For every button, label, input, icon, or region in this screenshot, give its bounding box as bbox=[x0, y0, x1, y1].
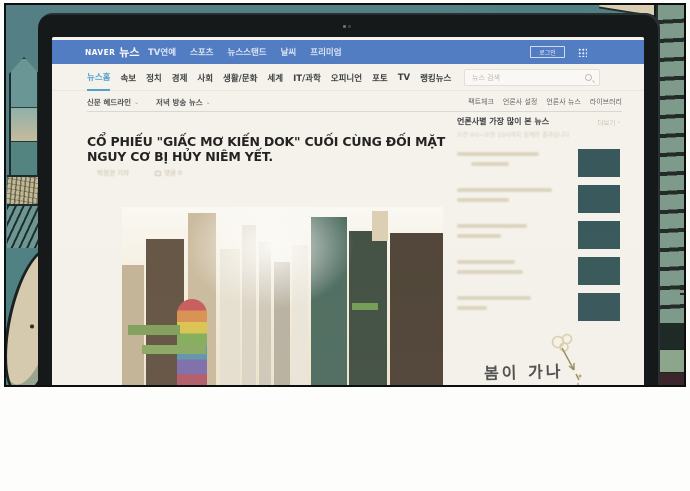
sky-glow bbox=[122, 207, 443, 387]
article-city-image bbox=[122, 207, 443, 387]
most-viewed-sidebar: 언론사별 가장 많이 본 뉴스 더보기 오전 0시~오전 10시까지 집계한 결… bbox=[457, 116, 620, 329]
news-thumbnail[interactable] bbox=[578, 293, 620, 321]
shelf-label-mark bbox=[680, 288, 686, 290]
chevron-down-icon bbox=[134, 99, 139, 106]
news-search-box[interactable] bbox=[464, 69, 600, 86]
dropdown-label: 저녁 방송 뉴스 bbox=[156, 97, 203, 108]
tab-politics[interactable]: 정치 bbox=[146, 66, 162, 90]
more-label: 더보기 bbox=[597, 117, 615, 127]
flower-sketch bbox=[538, 332, 590, 387]
shelf-label-mark bbox=[680, 293, 686, 295]
link-press-settings[interactable]: 언론사 설정 bbox=[503, 97, 537, 107]
blurred-headline-lines bbox=[457, 149, 568, 172]
sidebar-news-item[interactable] bbox=[457, 293, 620, 321]
menu-weather[interactable]: 날씨 bbox=[281, 46, 297, 58]
tab-news-home[interactable]: 뉴스홈 bbox=[87, 65, 110, 91]
news-thumbnail[interactable] bbox=[578, 149, 620, 177]
tab-society[interactable]: 사회 bbox=[197, 66, 213, 90]
tab-opinion[interactable]: 오피니언 bbox=[331, 66, 362, 90]
sidebar-subtitle: 오전 0시~오전 10시까지 집계한 결과입니다 bbox=[457, 130, 620, 139]
tab-world[interactable]: 세계 bbox=[267, 66, 283, 90]
mountain-drawing bbox=[11, 107, 37, 141]
blurred-headline-lines bbox=[457, 185, 568, 208]
dropdown-newspaper-headline[interactable]: 신문 헤드라인 bbox=[87, 97, 139, 108]
menu-premium[interactable]: 프리미엄 bbox=[310, 46, 341, 58]
shelf-green-block bbox=[658, 349, 686, 373]
comment-label: 댓글 0 bbox=[164, 169, 182, 177]
bush-drawing bbox=[7, 175, 40, 206]
sub-navigation: 신문 헤드라인 저녁 방송 뉴스 팩트체크 언론사 설정 언론사 뉴스 라이브러… bbox=[52, 92, 644, 112]
park-strip bbox=[142, 345, 206, 354]
comic-panel: NAVER 뉴스 TV연예 스포츠 뉴스스탠드 날씨 프리미엄 로그인 뉴스홈 … bbox=[4, 3, 686, 387]
sidebar-news-item[interactable] bbox=[457, 257, 620, 285]
webcam-icon bbox=[348, 25, 351, 28]
tab-breaking[interactable]: 속보 bbox=[120, 66, 136, 90]
more-link[interactable]: 더보기 bbox=[597, 117, 620, 127]
tab-tv[interactable]: TV bbox=[398, 67, 410, 89]
blurred-headline-lines bbox=[457, 257, 568, 280]
topbar-menu: TV연예 스포츠 뉴스스탠드 날씨 프리미엄 bbox=[148, 40, 342, 64]
link-factcheck[interactable]: 팩트체크 bbox=[468, 97, 494, 107]
blurred-headline-lines bbox=[457, 293, 568, 316]
article-headline: CỔ PHIẾU "GIẤC MƠ KIẾN DOK" CUỐI CÙNG ĐỐ… bbox=[87, 135, 465, 165]
news-tabs: 뉴스홈 속보 정치 경제 사회 생활/문화 세계 IT/과학 오피니언 포토 T… bbox=[87, 64, 451, 91]
sidebar-news-item[interactable] bbox=[457, 185, 620, 213]
sidebar-news-item[interactable] bbox=[457, 149, 620, 177]
menu-newsstand[interactable]: 뉴스스탠드 bbox=[228, 46, 267, 58]
news-category-bar: 뉴스홈 속보 정치 경제 사회 생활/문화 세계 IT/과학 오피니언 포토 T… bbox=[52, 64, 644, 91]
search-icon[interactable] bbox=[585, 74, 592, 81]
link-library[interactable]: 라이브러리 bbox=[590, 97, 622, 107]
naver-logo-text: NAVER bbox=[85, 48, 115, 57]
shelf-maroon-block bbox=[656, 373, 686, 387]
sidebar-title: 언론사별 가장 많이 본 뉴스 bbox=[457, 116, 549, 127]
webtoon-page: NAVER 뉴스 TV연예 스포츠 뉴스스탠드 날씨 프리미엄 로그인 뉴스홈 … bbox=[0, 0, 690, 491]
rainbow-tower bbox=[177, 299, 207, 387]
naver-topbar: NAVER 뉴스 TV연예 스포츠 뉴스스탠드 날씨 프리미엄 로그인 bbox=[52, 40, 644, 64]
tab-life-culture[interactable]: 생활/문화 bbox=[223, 66, 257, 90]
tab-economy[interactable]: 경제 bbox=[172, 66, 188, 90]
login-button[interactable]: 로그인 bbox=[530, 46, 565, 58]
tab-it-science[interactable]: IT/과학 bbox=[293, 66, 321, 90]
chevron-down-icon bbox=[206, 99, 211, 106]
tab-ranking[interactable]: 랭킹뉴스 bbox=[420, 66, 451, 90]
tab-photo[interactable]: 포토 bbox=[372, 66, 388, 90]
reporter-name: 박정권 기자 bbox=[97, 167, 129, 177]
menu-tv-entertainment[interactable]: TV연예 bbox=[148, 46, 176, 58]
naver-news-logo[interactable]: NAVER 뉴스 bbox=[85, 40, 140, 64]
chevron-right-icon bbox=[617, 118, 620, 126]
comment-icon bbox=[155, 171, 161, 176]
blurred-headline-lines bbox=[457, 221, 568, 244]
menu-sports[interactable]: 스포츠 bbox=[190, 46, 213, 58]
shelf-slats bbox=[658, 5, 686, 323]
article-byline: 박정권 기자 댓글 0 bbox=[97, 167, 182, 177]
news-thumbnail[interactable] bbox=[578, 257, 620, 285]
news-thumbnail[interactable] bbox=[578, 185, 620, 213]
blinds-drawing bbox=[7, 206, 39, 248]
news-logo-text: 뉴스 bbox=[119, 44, 139, 60]
dropdown-label: 신문 헤드라인 bbox=[87, 97, 131, 108]
comment-count[interactable]: 댓글 0 bbox=[155, 167, 182, 177]
dropdown-evening-broadcast[interactable]: 저녁 방송 뉴스 bbox=[156, 97, 211, 108]
rooftop-garden bbox=[352, 303, 378, 310]
link-press-news[interactable]: 언론사 뉴스 bbox=[546, 97, 580, 107]
sidebar-news-item[interactable] bbox=[457, 221, 620, 249]
sidebar-news-list bbox=[457, 149, 620, 321]
apps-grid-icon[interactable] bbox=[578, 48, 587, 57]
sea-drawing bbox=[11, 141, 37, 175]
window-drawing bbox=[9, 57, 39, 177]
webcam-icon bbox=[343, 25, 346, 28]
divider bbox=[87, 111, 622, 112]
search-input[interactable] bbox=[465, 74, 585, 82]
news-thumbnail[interactable] bbox=[578, 221, 620, 249]
park-strip bbox=[128, 325, 180, 335]
shelf-dark-block bbox=[656, 323, 686, 349]
